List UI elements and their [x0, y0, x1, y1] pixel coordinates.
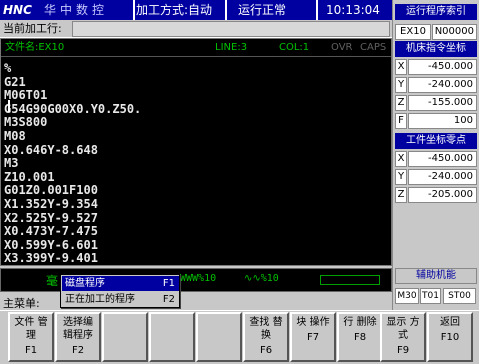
- title-separator: [225, 0, 227, 20]
- popup-item-label: 磁盘程序: [65, 278, 105, 289]
- code-line: M06T01: [4, 88, 48, 103]
- aux-function-button[interactable]: 辅助机能: [395, 268, 477, 284]
- fkey-key: F6: [259, 345, 273, 356]
- axis-label: F: [395, 113, 407, 129]
- code-lines[interactable]: % G21 M06T01 G54G90G00X0.Y0.Z50. M3S800 …: [4, 61, 388, 266]
- popup-item-disk-program[interactable]: 磁盘程序 F1: [62, 276, 179, 291]
- unit-label: 毫: [46, 274, 59, 288]
- aux-code-st: ST00: [443, 288, 476, 304]
- run-index-title: 运行程序索引: [395, 4, 477, 20]
- fkey-key: F2: [71, 345, 85, 356]
- title-separator: [133, 0, 135, 20]
- axis-label: Y: [395, 169, 407, 185]
- code-line: G21: [4, 74, 26, 89]
- run-status: 运行正常: [238, 3, 287, 17]
- fkey-f8[interactable]: 行 删除 F8: [337, 312, 383, 362]
- code-line: M3S800: [4, 115, 48, 130]
- text-cursor: [8, 100, 10, 112]
- axis-value: -205.000: [408, 187, 477, 203]
- fkey-f6[interactable]: 查找 替换 F6: [243, 312, 289, 362]
- file-name-label: 文件名:EX10: [5, 42, 65, 53]
- overwrite-indicator: OVR: [331, 42, 353, 53]
- fkey-label: 选择编 辑程序: [63, 317, 93, 341]
- code-line: X2.525Y-9.527: [4, 210, 98, 225]
- current-line-label: 当前加工行:: [3, 22, 62, 35]
- rapid-override-gauge: [320, 275, 380, 285]
- axis-label: Z: [395, 187, 407, 203]
- axis-label: Y: [395, 77, 407, 93]
- fkey-key: F10: [440, 332, 460, 343]
- fkey-label: 文件 管理: [14, 317, 48, 341]
- clock: 10:13:04: [326, 3, 380, 17]
- axis-label: Z: [395, 95, 407, 111]
- code-line: %: [4, 61, 12, 75]
- fkey-f4[interactable]: [149, 312, 195, 362]
- fkey-key: F7: [306, 332, 320, 343]
- feed-value: 100: [408, 113, 477, 129]
- machining-mode: 加工方式:自动: [136, 3, 213, 17]
- fkey-f3[interactable]: [102, 312, 148, 362]
- axis-label: X: [395, 59, 407, 75]
- code-line: G54G90G00X0.Y0.Z50.: [4, 101, 142, 116]
- fkey-label: 显示 方式: [386, 317, 420, 341]
- fkey-key: F1: [24, 345, 38, 356]
- brand-name: 华中数控: [44, 3, 109, 17]
- main-menu-label: 主菜单:: [3, 297, 40, 310]
- code-line: X1.352Y-9.354: [4, 196, 98, 211]
- program-name: EX10: [395, 24, 431, 40]
- axis-value: -240.000: [408, 169, 477, 185]
- aux-code-t: T01: [420, 288, 441, 304]
- code-line: X0.473Y-7.475: [4, 224, 98, 239]
- program-number: N00000: [432, 24, 477, 40]
- fkey-f1[interactable]: 文件 管理 F1: [8, 312, 54, 362]
- machine-coords-title: 机床指令坐标: [395, 41, 477, 57]
- fkey-f7[interactable]: 块 操作 F7: [290, 312, 336, 362]
- axis-value: -240.000: [408, 77, 477, 93]
- popup-item-running-program[interactable]: 正在加工的程序 F2: [62, 292, 179, 307]
- fkey-key: F9: [396, 345, 410, 356]
- popup-item-key: F2: [162, 294, 175, 305]
- fkey-key: F8: [353, 332, 367, 343]
- caps-indicator: CAPS: [360, 42, 387, 53]
- fkey-f10[interactable]: 返回 F10: [427, 312, 473, 362]
- code-line: X0.646Y-8.648: [4, 142, 98, 157]
- fkey-label: 块 操作: [296, 317, 330, 328]
- fkey-f9[interactable]: 显示 方式 F9: [380, 312, 426, 362]
- axis-value: -450.000: [408, 151, 477, 167]
- fkey-f2[interactable]: 选择编 辑程序 F2: [55, 312, 101, 362]
- axis-value: -450.000: [408, 59, 477, 75]
- column-indicator: COL:1: [279, 42, 310, 53]
- program-select-popup: 磁盘程序 F1 正在加工的程序 F2: [60, 274, 180, 308]
- axis-label: X: [395, 151, 407, 167]
- fkey-label: 返回: [440, 317, 460, 328]
- code-line: M08: [4, 128, 26, 143]
- popup-item-label: 正在加工的程序: [65, 294, 135, 305]
- popup-item-key: F1: [162, 278, 175, 289]
- fkey-label: 查找 替换: [249, 317, 283, 341]
- code-line: M3: [4, 156, 19, 171]
- code-line: X0.599Y-6.601: [4, 237, 98, 252]
- title-separator: [316, 0, 318, 20]
- logo: HNC: [3, 3, 32, 17]
- feed-override-gauge: WWW%10: [180, 273, 217, 284]
- code-line: X3.399Y-9.401: [4, 251, 98, 266]
- work-zero-title: 工件坐标零点: [395, 133, 477, 149]
- fkey-f5[interactable]: [196, 312, 242, 362]
- axis-value: -155.000: [408, 95, 477, 111]
- editor-status-bar: 文件名:EX10 LINE:3 COL:1 OVR CAPS: [1, 39, 391, 57]
- current-line-field: [72, 21, 390, 37]
- line-indicator: LINE:3: [215, 42, 248, 53]
- code-line: Z10.001: [4, 169, 55, 184]
- code-line: G01Z0.001F100: [4, 183, 98, 198]
- fkey-label: 行 删除: [343, 317, 377, 328]
- spindle-override-gauge: ∿∿%10: [244, 273, 279, 284]
- aux-code-m: M30: [395, 288, 419, 304]
